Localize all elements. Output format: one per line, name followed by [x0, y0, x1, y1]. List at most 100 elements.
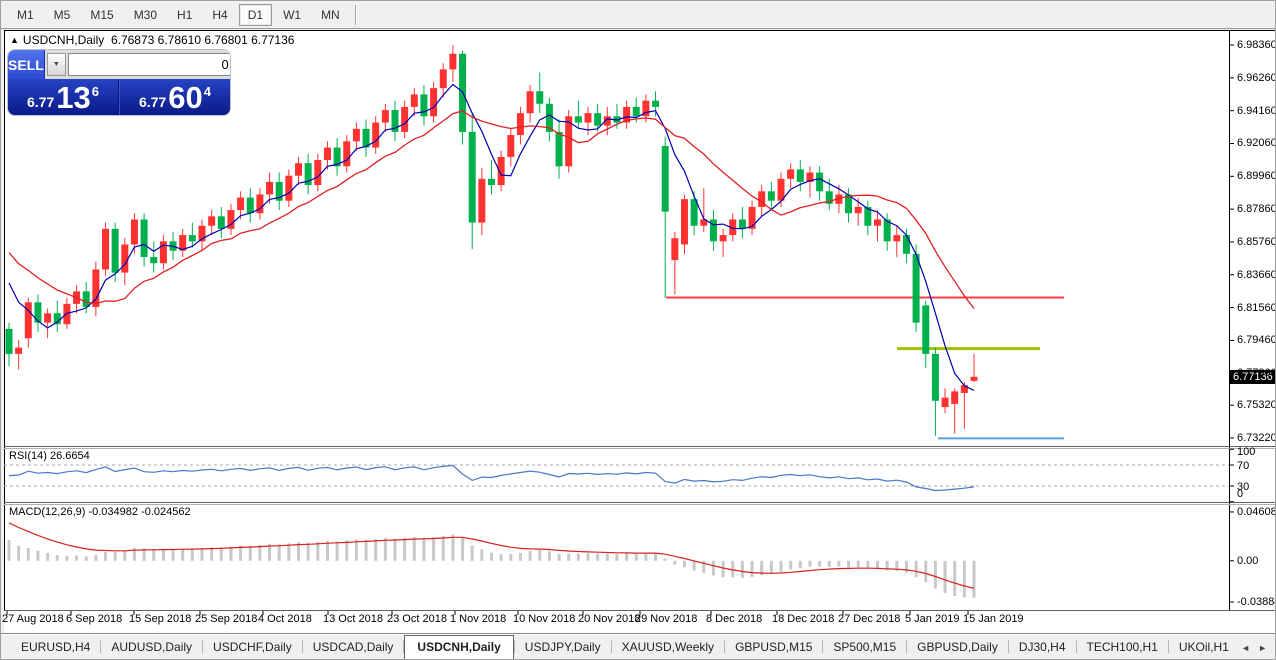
chart-tab-gbpusd[interactable]: GBPUSD,M15	[725, 636, 822, 659]
chart-tab-usdcnh[interactable]: USDCNH,Daily	[404, 635, 513, 660]
candle-bull	[121, 244, 128, 272]
chart-tab-dj30[interactable]: DJ30,H4	[1009, 636, 1076, 659]
date-axis-label: 5 Jan 2019	[905, 613, 959, 625]
buy-price-big-digits: 60	[168, 83, 202, 113]
sell-price-button[interactable]: 6.77 13 6	[8, 79, 119, 115]
trading-app-window: M1M5M15M30H1H4D1W1MN ▲USDCNH,Daily 6.768…	[0, 0, 1276, 660]
candle-bull	[527, 91, 534, 113]
candle-bear	[633, 107, 640, 116]
candle-bull	[343, 141, 350, 166]
chart-tab-eurusd[interactable]: EURUSD,H4	[11, 636, 100, 659]
candle-bull	[314, 160, 321, 185]
candle-bear	[469, 132, 476, 223]
rsi-axis-label: 0	[1237, 488, 1243, 500]
candle-bull	[102, 229, 109, 270]
sell-price-prefix: 6.77	[27, 94, 54, 110]
date-axis-label: 6 Sep 2018	[66, 613, 122, 625]
candle-bear	[556, 132, 563, 166]
sell-button[interactable]: SELL	[8, 50, 45, 79]
chart-background[interactable]	[4, 30, 1276, 633]
candle-bull	[131, 219, 138, 244]
chart-symbol-label: USDCNH,Daily	[23, 33, 104, 47]
chart-tab-ukoil[interactable]: UKOil,H1	[1169, 636, 1239, 659]
date-axis-label: 18 Dec 2018	[772, 613, 834, 625]
candle-bull	[237, 198, 244, 211]
date-axis-label: 20 Nov 2018	[578, 613, 640, 625]
candle-bull	[440, 69, 447, 88]
candle-bear	[575, 116, 582, 122]
volume-input[interactable]	[68, 53, 230, 76]
tab-scroll-left-icon[interactable]: ◄	[1241, 643, 1250, 653]
candle-bull	[15, 348, 22, 354]
date-axis-label: 15 Jan 2019	[963, 613, 1024, 625]
price-axis-label: 6.98360	[1237, 39, 1276, 51]
chart-region: ▲ USDCNH,Daily 6.76873 6.78610 6.76801 6.…	[1, 1, 1276, 660]
chart-tab-usdjpy[interactable]: USDJPY,Daily	[515, 636, 611, 659]
macd-axis-label: 0.00	[1237, 555, 1258, 567]
date-axis-label: 8 Dec 2018	[706, 613, 762, 625]
candle-bull	[585, 113, 592, 122]
buy-price-prefix: 6.77	[139, 94, 166, 110]
volume-decrease-icon[interactable]: ▼	[47, 53, 66, 76]
candle-bull	[971, 377, 978, 381]
price-axis-label: 6.96260	[1237, 72, 1276, 84]
candle-bull	[449, 54, 456, 70]
candle-bear	[218, 216, 225, 229]
chart-tab-sp500[interactable]: SP500,M15	[823, 636, 906, 659]
candle-bear	[594, 113, 601, 126]
candle-bull	[787, 169, 794, 178]
chart-tab-gbpusd[interactable]: GBPUSD,Daily	[907, 636, 1008, 659]
tab-scroll-right-icon[interactable]: ►	[1258, 643, 1267, 653]
chart-tab-audusd[interactable]: AUDUSD,Daily	[101, 636, 202, 659]
candle-bull	[671, 238, 678, 260]
sell-price-big-digits: 13	[56, 83, 90, 113]
chart-tab-usdcad[interactable]: USDCAD,Daily	[303, 636, 404, 659]
symbol-tab-bar: EURUSD,H4AUDUSD,DailyUSDCHF,DailyUSDCAD,…	[1, 633, 1276, 659]
price-axis-label: 6.85760	[1237, 236, 1276, 248]
buy-price-button[interactable]: 6.77 60 4	[119, 79, 230, 115]
rsi-axis-label: 70	[1237, 460, 1249, 472]
candle-bear	[797, 169, 804, 182]
rsi-indicator-label: RSI(14) 26.6654	[9, 450, 90, 462]
chart-ohlc-header: ▲ USDCNH,Daily 6.76873 6.78610 6.76801 6.…	[10, 33, 294, 47]
date-axis-label: 4 Oct 2018	[258, 613, 312, 625]
candle-bear	[536, 91, 543, 104]
chart-tab-tech100[interactable]: TECH100,H1	[1077, 636, 1168, 659]
price-axis-label: 6.89960	[1237, 170, 1276, 182]
macd-indicator-label: MACD(12,26,9) -0.034982 -0.024562	[9, 506, 191, 518]
candle-bull	[720, 235, 727, 241]
price-direction-up-icon: ▲	[10, 35, 19, 45]
price-axis-label: 6.77360	[1237, 367, 1276, 379]
candle-bear	[112, 229, 119, 273]
price-axis-label: 6.73220	[1237, 432, 1276, 444]
chart-ohlc-values: 6.76873 6.78610 6.76801 6.77136	[111, 33, 295, 47]
candle-bear	[652, 101, 659, 107]
candle-bull	[681, 199, 688, 244]
date-axis-label: 1 Nov 2018	[450, 613, 506, 625]
candle-bear	[83, 291, 90, 307]
candle-bear	[913, 254, 920, 323]
candle-bull	[401, 107, 408, 132]
chart-tab-usdchf[interactable]: USDCHF,Daily	[203, 636, 302, 659]
chart-tab-xauusd[interactable]: XAUUSD,Weekly	[612, 636, 724, 659]
date-axis-label: 13 Oct 2018	[323, 613, 383, 625]
date-axis-label: 27 Dec 2018	[838, 613, 900, 625]
candle-bear	[247, 198, 254, 214]
candle-bull	[893, 235, 900, 241]
candle-bull	[324, 148, 331, 161]
price-axis-label: 6.87860	[1237, 203, 1276, 215]
candle-bear	[816, 173, 823, 192]
candle-bull	[874, 219, 881, 225]
candle-bull	[285, 176, 292, 201]
date-axis-label: 23 Oct 2018	[387, 613, 447, 625]
macd-axis-label: -0.038842	[1237, 596, 1276, 608]
date-axis-label: 29 Nov 2018	[635, 613, 697, 625]
sell-price-pip-digit: 6	[92, 84, 99, 99]
candle-bear	[141, 219, 148, 257]
rsi-axis-label: 100	[1237, 446, 1255, 458]
candle-bull	[411, 94, 418, 107]
candle-bear	[922, 305, 929, 353]
candle-bull	[942, 398, 949, 407]
candle-bull	[382, 110, 389, 123]
candle-bull	[430, 88, 437, 116]
